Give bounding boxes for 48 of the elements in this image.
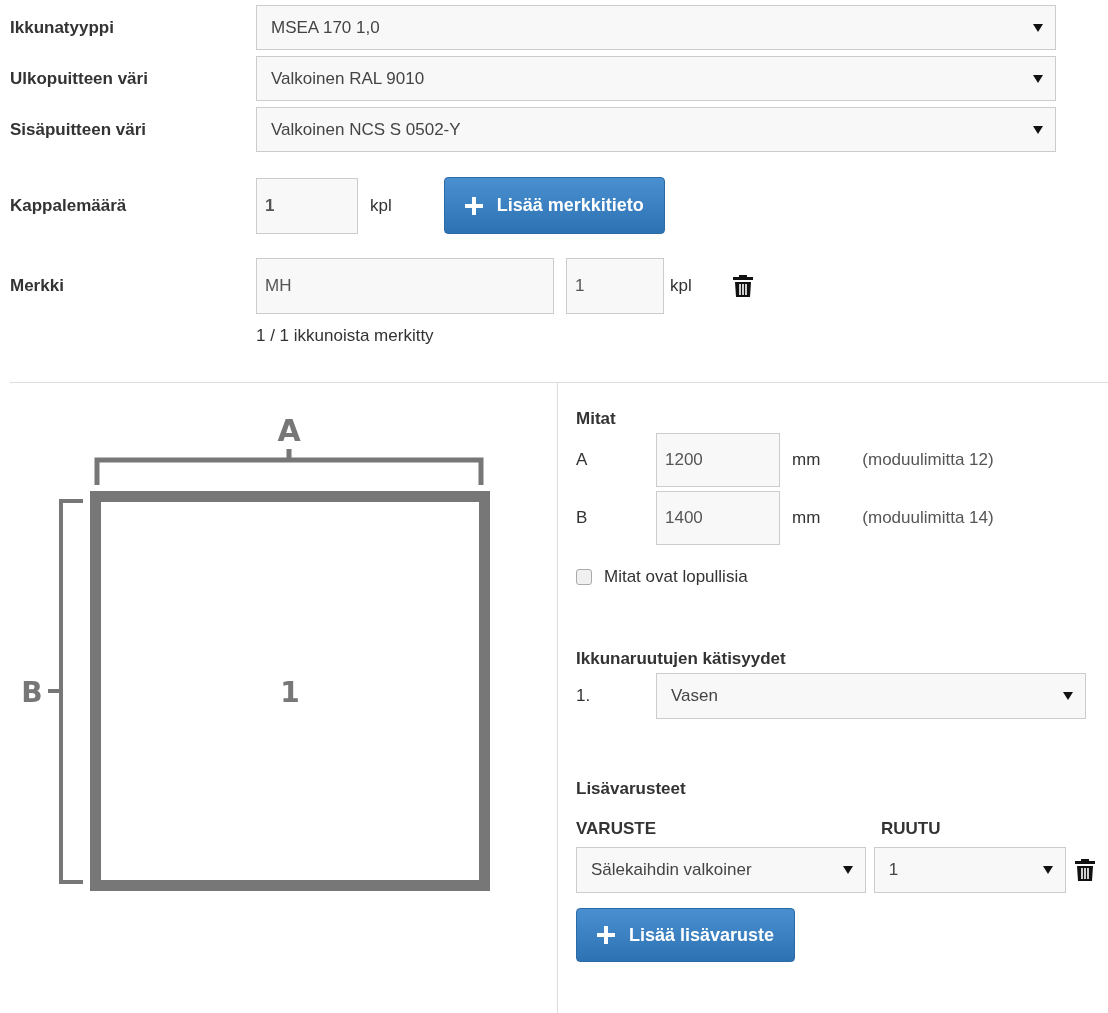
plus-icon bbox=[597, 926, 615, 944]
select-field[interactable]: MSEA 170 1,0 bbox=[256, 5, 1056, 50]
section-title: Mitat bbox=[576, 409, 617, 429]
unit-label: kpl bbox=[370, 195, 392, 216]
select-field[interactable]: Valkoinen RAL 9010 bbox=[256, 56, 1056, 101]
select-field[interactable]: 1 bbox=[873, 847, 1066, 893]
plus-icon bbox=[464, 196, 483, 215]
dimension-label: A bbox=[576, 450, 589, 470]
add-mark-button[interactable]: Lisää merkkitieto bbox=[443, 177, 665, 234]
section-title: Ikkunaruutujen kätisyydet bbox=[576, 649, 787, 669]
caret-icon bbox=[1033, 124, 1043, 135]
dimension-label: B bbox=[21, 676, 43, 709]
unit-label: mm bbox=[792, 450, 821, 470]
field-label: Sisäpuitteen väri bbox=[10, 119, 148, 140]
input-field[interactable]: 1400 bbox=[656, 491, 780, 545]
field-label: Merkki bbox=[10, 276, 65, 296]
trash-icon[interactable] bbox=[1074, 858, 1096, 882]
field-label: Ikkunatyyppi bbox=[10, 17, 115, 38]
input-field[interactable]: MH bbox=[256, 258, 554, 314]
input-field[interactable]: 1 bbox=[256, 177, 358, 234]
caret-icon bbox=[1033, 73, 1043, 84]
checkbox-label: Mitat ovat lopullisia bbox=[604, 567, 748, 587]
select-field[interactable]: Vasen bbox=[656, 673, 1086, 719]
trash-icon[interactable] bbox=[731, 274, 754, 298]
module-note: (moduulimitta 14) bbox=[862, 508, 994, 528]
dimension-label: A bbox=[277, 413, 301, 448]
module-note: (moduulimitta 12) bbox=[862, 450, 994, 470]
checkbox[interactable] bbox=[576, 569, 592, 585]
dimension-label: B bbox=[576, 508, 589, 528]
caret-icon bbox=[1033, 22, 1043, 33]
caret-icon bbox=[842, 865, 853, 875]
column-header: RUUTU bbox=[881, 819, 942, 839]
select-field[interactable]: Valkoinen NCS S 0502-Y bbox=[256, 107, 1056, 152]
select-field[interactable]: Sälekaihdin valkoiner bbox=[576, 847, 866, 893]
field-label: Kappalemäärä bbox=[10, 195, 128, 216]
caret-icon bbox=[1043, 865, 1053, 875]
unit-label: mm bbox=[792, 508, 821, 528]
input-field[interactable]: 1200 bbox=[656, 433, 780, 487]
mark-status: 1 / 1 ikkunoista merkitty bbox=[256, 326, 435, 346]
caret-icon bbox=[1063, 691, 1073, 701]
section-title: Lisävarusteet bbox=[576, 779, 687, 799]
unit-label: kpl bbox=[670, 276, 692, 296]
pane-number: 1 bbox=[280, 676, 300, 709]
pane-label: 1. bbox=[576, 686, 592, 706]
column-header: VARUSTE bbox=[576, 819, 657, 839]
input-field[interactable]: 1 bbox=[566, 258, 664, 314]
add-accessory-button[interactable]: Lisää lisävaruste bbox=[576, 908, 796, 962]
field-label: Ulkopuitteen väri bbox=[10, 68, 149, 89]
